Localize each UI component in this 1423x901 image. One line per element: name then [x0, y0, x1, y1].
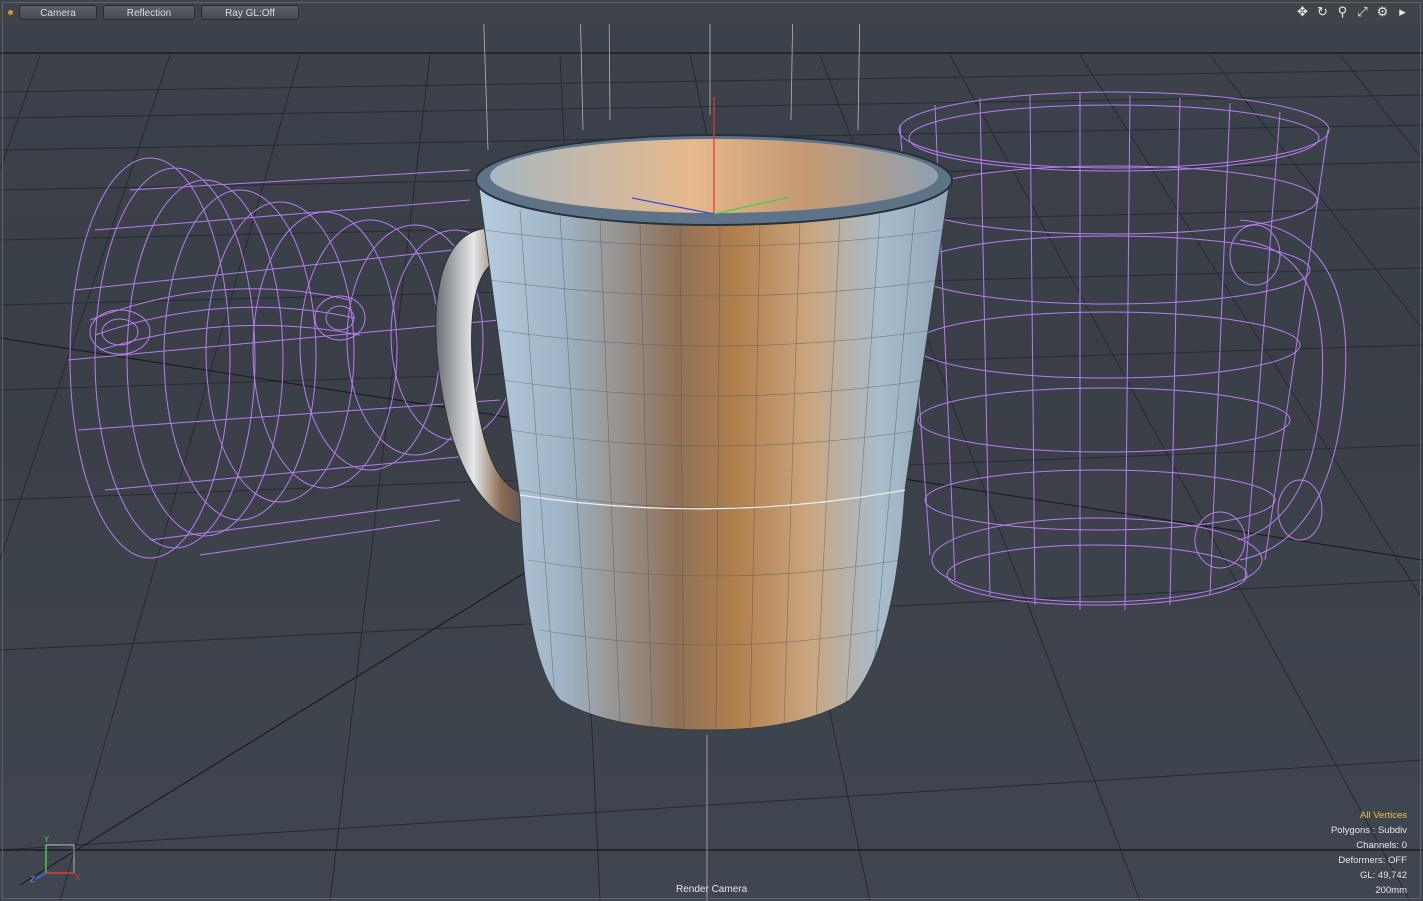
maximize-icon[interactable]: ⤢	[1354, 3, 1371, 20]
3d-viewport[interactable]: Camera Reflection Ray GL:Off ✥ ↻ ⚲ ⤢ ⚙ ▸…	[0, 0, 1423, 901]
selection-mode-text: All Vertices	[1360, 810, 1407, 821]
deformers-text: Deformers: OFF	[1338, 855, 1407, 866]
gear-icon[interactable]: ⚙	[1374, 3, 1391, 20]
channels-text: Channels: 0	[1356, 840, 1407, 851]
viewport-options-dot[interactable]	[8, 9, 13, 15]
raygl-button[interactable]: Ray GL:Off	[201, 4, 299, 20]
camera-name-label: Render Camera	[676, 884, 748, 895]
viewport-toolbar: Camera Reflection Ray GL:Off	[0, 0, 305, 24]
grid-size-text: 200mm	[1375, 885, 1407, 896]
menu-arrow-icon[interactable]: ▸	[1394, 3, 1411, 20]
axis-y-label: Y	[44, 835, 50, 844]
rotate-icon[interactable]: ↻	[1314, 3, 1331, 20]
viewport-nav-icons: ✥ ↻ ⚲ ⤢ ⚙ ▸	[1294, 3, 1411, 20]
axis-x-label: X	[75, 873, 81, 882]
zoom-icon[interactable]: ⚲	[1334, 3, 1351, 20]
camera-button[interactable]: Camera	[19, 4, 97, 20]
axis-z-label: Z	[30, 875, 35, 883]
axis-orientation-widget: Y X Z	[30, 835, 81, 883]
polygons-text: Polygons : Subdiv	[1330, 825, 1407, 836]
viewport-info-overlay: All Vertices Polygons : Subdiv Channels:…	[1331, 808, 1407, 898]
gl-count-text: GL: 49,742	[1359, 870, 1407, 881]
mug-body	[477, 179, 951, 731]
move-icon[interactable]: ✥	[1294, 3, 1311, 20]
reflection-button[interactable]: Reflection	[103, 4, 195, 20]
scene-canvas[interactable]	[0, 0, 1423, 901]
wireframe-mug-right	[898, 91, 1347, 611]
